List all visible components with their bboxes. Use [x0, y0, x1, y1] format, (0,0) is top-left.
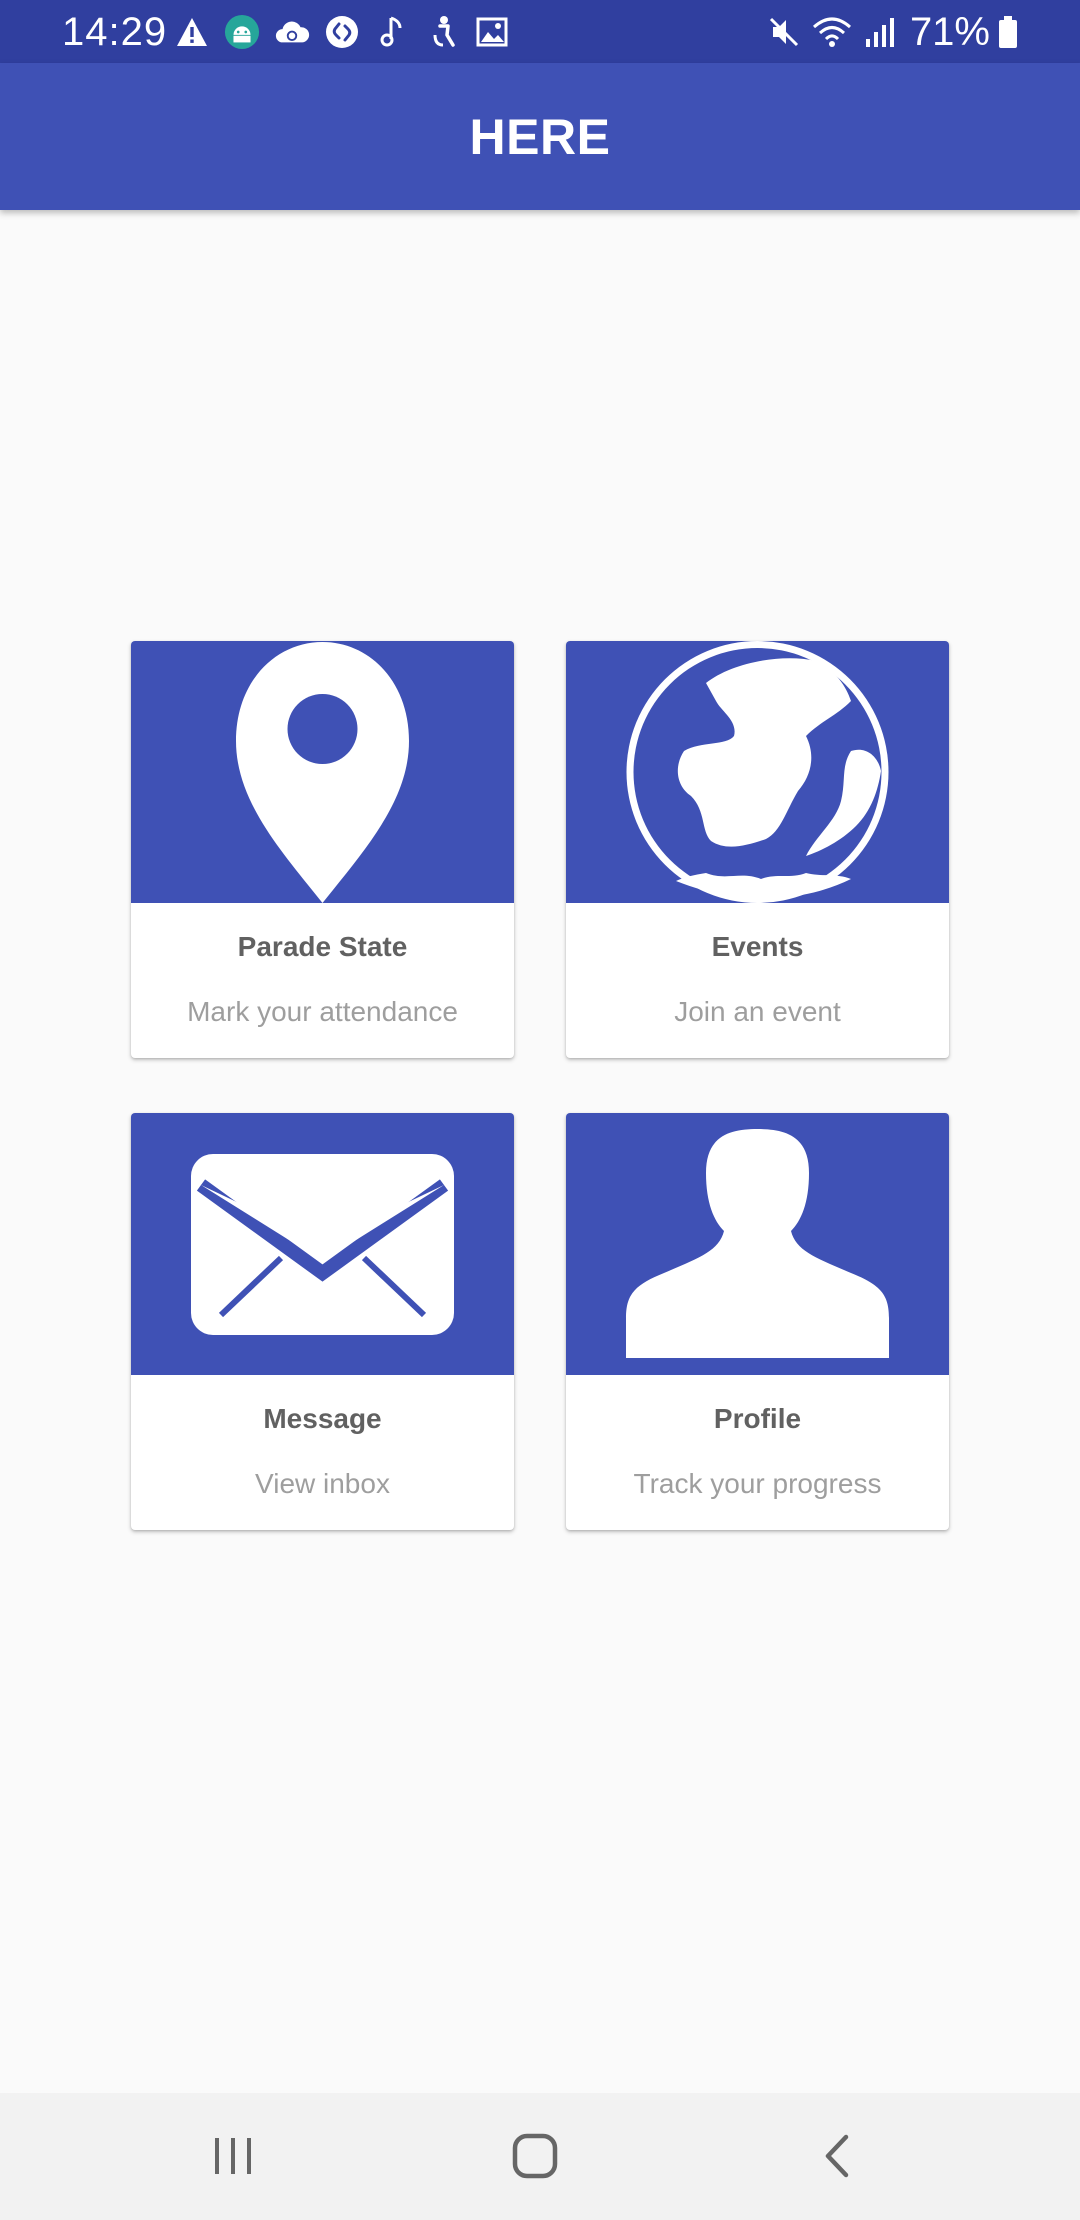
home-icon [512, 2133, 558, 2179]
globe-icon [626, 641, 889, 903]
battery-percent: 71% [909, 9, 990, 54]
mute-icon [764, 12, 804, 52]
message-card[interactable]: Message View inbox [131, 1113, 514, 1530]
back-icon [825, 2134, 849, 2178]
person-icon [626, 1129, 889, 1358]
card-image [131, 641, 514, 903]
shazam-icon [324, 14, 360, 50]
card-title: Message [263, 1403, 382, 1434]
parade-state-card[interactable]: Parade State Mark your attendance [131, 641, 514, 1058]
recent-apps-button[interactable] [183, 2111, 283, 2201]
card-title: Profile [713, 1403, 802, 1434]
profile-card[interactable]: Profile Track your progress [566, 1113, 949, 1530]
status-time: 14:29 [62, 10, 168, 54]
wifi-icon [812, 12, 852, 52]
card-image [566, 641, 949, 903]
cloud-sync-icon [274, 14, 310, 50]
home-button[interactable] [485, 2111, 585, 2201]
signal-icon [860, 12, 900, 52]
warning-icon [174, 14, 210, 50]
system-status-icons: 71% [756, 8, 1020, 56]
notification-icons [174, 12, 524, 52]
app-title: HERE [469, 108, 611, 165]
card-subtitle: Mark your attendance [187, 996, 458, 1027]
card-image [131, 1113, 514, 1375]
events-card[interactable]: Events Join an event [566, 641, 949, 1058]
back-button[interactable] [787, 2111, 887, 2201]
battery-icon [996, 12, 1020, 52]
music-note-icon [374, 14, 410, 50]
card-title: Events [711, 931, 804, 962]
card-image [566, 1113, 949, 1375]
card-subtitle: View inbox [255, 1468, 390, 1499]
card-subtitle: Track your progress [633, 1468, 882, 1499]
status-bar: 14:29 71% [0, 0, 1080, 63]
app-bar: HERE [0, 63, 1080, 210]
location-pin-icon [236, 642, 409, 903]
card-title: Parade State [237, 931, 408, 962]
navigation-bar [0, 2093, 1080, 2220]
image-icon [474, 14, 510, 50]
envelope-icon [191, 1154, 454, 1335]
card-subtitle: Join an event [674, 996, 841, 1027]
android-icon [224, 14, 260, 50]
accessibility-icon [424, 14, 460, 50]
recent-apps-icon [215, 2138, 251, 2174]
